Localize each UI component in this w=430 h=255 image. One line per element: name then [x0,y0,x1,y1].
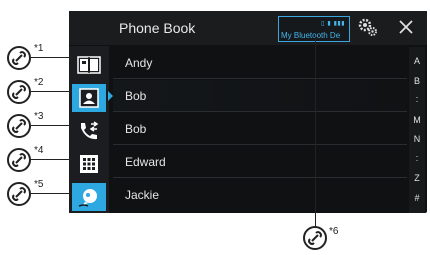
alphabet-index-bar[interactable]: A B : M N : Z # [409,47,425,213]
list-item[interactable]: Jackie [113,179,407,211]
contact-card-icon [79,88,99,108]
call-history-icon [81,121,99,140]
page-title: Phone Book [119,20,196,36]
bluetooth-status-indicator: ▯ ▮ ▮▮▮ [321,20,345,27]
list-item[interactable]: Bob [113,113,407,145]
callout-label: *6 [329,226,339,237]
bluetooth-device-button[interactable]: ▯ ▮ ▮▮▮ My Bluetooth De [278,16,350,42]
keypad-icon [80,155,98,173]
callout-label: *1 [34,43,44,54]
list-item[interactable]: Edward [113,146,407,178]
callout-label: *4 [34,145,44,156]
leader-line [31,91,72,92]
contact-name: Bob [125,122,147,136]
callout-label: *2 [34,77,44,88]
sidebar-item-keypad[interactable] [72,150,106,178]
leader-line [31,125,72,126]
phone-book-screen: Phone Book ▯ ▮ ▮▮▮ My Bluetooth De Andy … [69,11,427,213]
leader-line [31,57,72,58]
leader-line [31,193,72,194]
contact-name: Edward [125,155,166,169]
leader-line [31,159,72,160]
index-letter[interactable]: M [409,115,425,125]
leader-line [315,37,316,227]
index-letter[interactable]: A [409,56,425,66]
close-icon[interactable] [395,16,417,38]
sidebar-item-contacts[interactable] [72,84,106,112]
contact-name: Andy [125,56,153,70]
link-icon [7,80,31,104]
contact-name: Jackie [125,188,160,202]
callout-label: *5 [34,179,44,190]
header-bar: Phone Book ▯ ▮ ▮▮▮ My Bluetooth De [69,11,427,45]
index-letter[interactable]: Z [409,173,425,183]
link-icon [303,226,327,250]
contact-name: Bob [125,89,147,103]
index-letter[interactable]: # [409,193,425,203]
list-item[interactable]: Bob [108,80,407,112]
index-letter: : [415,153,419,163]
index-letter[interactable]: N [409,134,425,144]
sidebar-item-phonebook[interactable] [72,51,106,79]
phonebook-icon [77,56,101,74]
link-icon [7,114,31,138]
index-letter[interactable]: B [409,76,425,86]
contact-list: Andy Bob Bob Edward Jackie [108,47,407,213]
sidebar [69,46,109,213]
sidebar-item-voice[interactable] [72,183,106,211]
callout-label: *3 [34,111,44,122]
selected-marker [108,91,113,101]
index-letter: : [415,94,419,104]
voice-recognition-icon [78,189,97,207]
link-icon [7,182,31,206]
sidebar-item-call-history[interactable] [72,117,106,145]
settings-gear-icon[interactable] [357,17,379,39]
link-icon [7,46,31,70]
link-icon [7,148,31,172]
list-item[interactable]: Andy [113,47,407,79]
